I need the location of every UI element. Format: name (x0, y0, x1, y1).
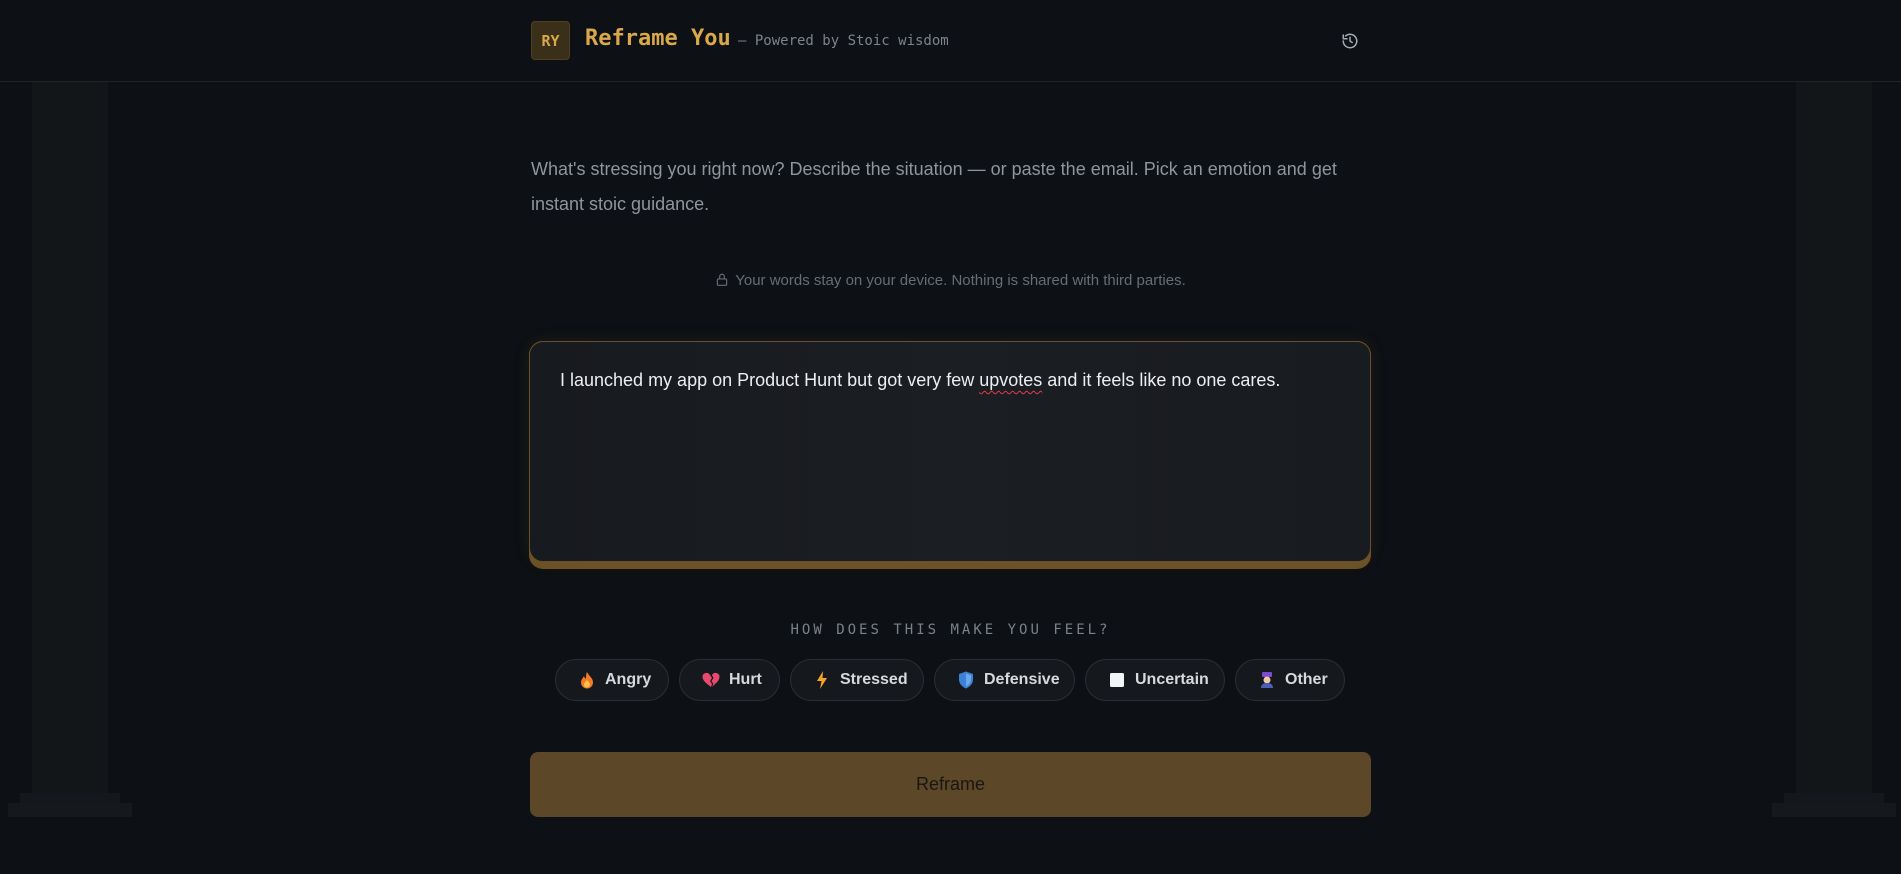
emotion-chip-hurt[interactable]: Hurt (679, 659, 780, 701)
emotion-chip-other[interactable]: Other (1235, 659, 1345, 701)
history-button[interactable] (1338, 29, 1362, 53)
spellcheck-word: upvotes (979, 370, 1043, 390)
emotion-prompt: HOW DOES THIS MAKE YOU FEEL? (790, 622, 1111, 638)
fire-icon (578, 671, 596, 689)
privacy-note: Your words stay on your device. Nothing … (0, 272, 1901, 289)
broken-heart-icon (702, 671, 720, 689)
shield-icon (957, 671, 975, 689)
intro-text: What's stressing you right now? Describe… (531, 159, 1337, 214)
other-icon (1258, 671, 1276, 689)
emotion-chip-defensive[interactable]: Defensive (934, 659, 1075, 701)
history-icon (1342, 33, 1358, 49)
top-bar: RY Reframe You — Powered by Stoic wisdom (0, 0, 1901, 82)
lightning-icon (813, 671, 831, 689)
app-name: Reframe You (585, 26, 731, 51)
blank-square-icon (1108, 671, 1126, 689)
reframe-button[interactable]: Reframe (530, 752, 1371, 817)
emotion-chip-group: Angry Hurt Stressed Defensive Uncertain … (0, 659, 1901, 701)
app-logo: RY (531, 21, 570, 60)
emotion-chip-uncertain[interactable]: Uncertain (1085, 659, 1225, 701)
situation-textarea[interactable]: I launched my app on Product Hunt but go… (529, 341, 1371, 562)
situation-text: I launched my app on Product Hunt but go… (560, 370, 1281, 390)
app-tagline: — Powered by Stoic wisdom (738, 33, 949, 49)
lock-icon (716, 273, 728, 286)
situation-input-frame: I launched my app on Product Hunt but go… (529, 341, 1371, 569)
privacy-text: Your words stay on your device. Nothing … (735, 272, 1186, 289)
emotion-chip-angry[interactable]: Angry (555, 659, 669, 701)
emotion-chip-stressed[interactable]: Stressed (790, 659, 924, 701)
